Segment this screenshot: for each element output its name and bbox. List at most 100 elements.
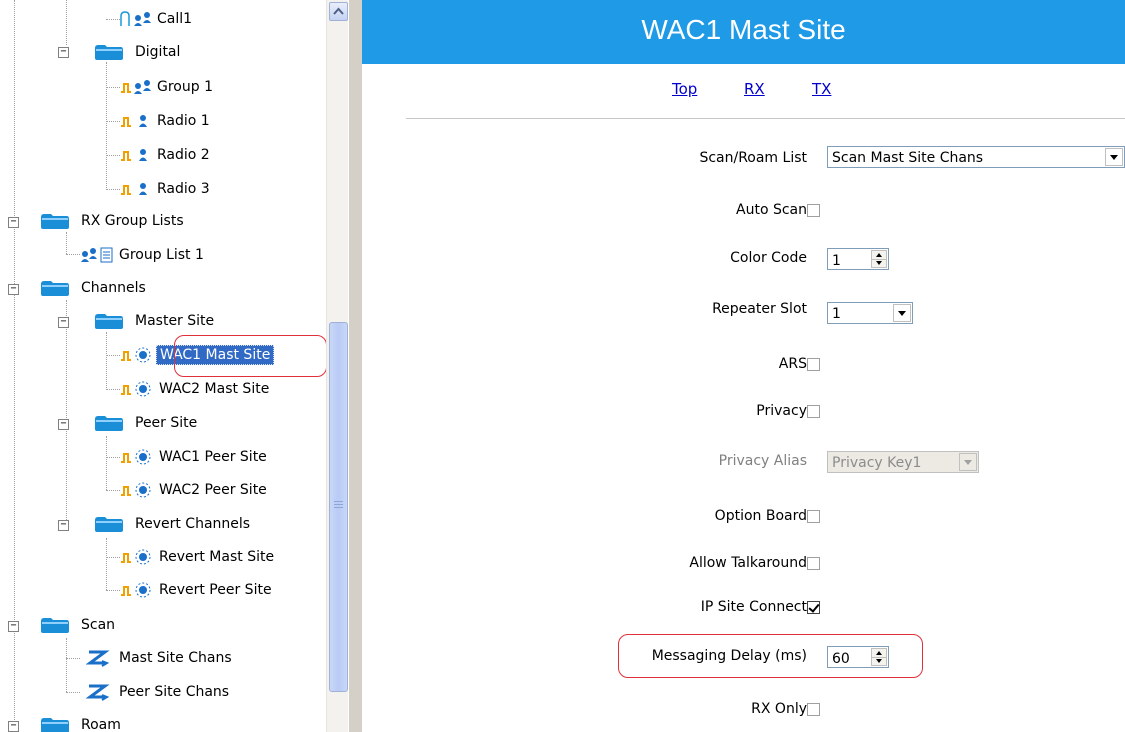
scan-roam-list-value: Scan Mast Site Chans [832, 150, 984, 166]
collapse-toggle[interactable]: − [8, 721, 19, 732]
tree-item-label: WAC2 Peer Site [159, 482, 267, 498]
collapse-toggle[interactable]: − [58, 47, 69, 58]
tree-item-mast-site-chans[interactable]: Mast Site Chans [86, 643, 235, 673]
auto-scan-checkbox[interactable] [807, 204, 820, 217]
scroll-thumb[interactable] [329, 322, 348, 692]
tree-item-radio-1[interactable]: Radio 1 [120, 106, 213, 136]
tree-item-wac1-peer-site[interactable]: WAC1 Peer Site [120, 442, 270, 472]
digital-channel-icon [120, 548, 154, 566]
channel-properties-panel: WAC1 Mast Site Top RX TX Scan/Roam List … [362, 0, 1125, 732]
allow-talkaround-checkbox[interactable] [807, 557, 820, 570]
option-board-checkbox[interactable] [807, 510, 820, 523]
folder-icon [94, 516, 124, 533]
panel-header: WAC1 Mast Site [362, 0, 1125, 64]
collapse-toggle[interactable]: − [8, 621, 19, 632]
option-board-label: Option Board [714, 508, 807, 524]
tree-item-label: Group 1 [157, 79, 213, 95]
folder-icon [40, 213, 70, 230]
collapse-toggle[interactable]: − [58, 317, 69, 328]
privacy-checkbox[interactable] [807, 405, 820, 418]
rx-only-checkbox[interactable] [807, 703, 820, 716]
spinner-icon[interactable] [871, 250, 887, 268]
repeater-slot-label: Repeater Slot [712, 301, 807, 317]
tree-item-channels[interactable]: Channels [40, 273, 149, 303]
chevron-up-icon [333, 7, 344, 15]
auto-scan-label: Auto Scan [736, 202, 807, 218]
chevron-down-icon[interactable] [1105, 148, 1123, 166]
digital-radio-icon [120, 112, 152, 130]
tree-item-label: Radio 3 [157, 181, 210, 197]
folder-icon [94, 415, 124, 432]
digital-channel-icon [120, 380, 154, 398]
ars-checkbox[interactable] [807, 358, 820, 371]
collapse-toggle[interactable]: − [8, 217, 19, 228]
scan-roam-list-label: Scan/Roam List [699, 150, 807, 166]
tree-item-revert-peer-site[interactable]: Revert Peer Site [120, 575, 275, 605]
tree-item-group-list-1[interactable]: Group List 1 [80, 240, 207, 270]
tree-item-peer-site-chans[interactable]: Peer Site Chans [86, 677, 232, 707]
tree-item-radio-3[interactable]: Radio 3 [120, 174, 213, 204]
allow-talkaround-label: Allow Talkaround [689, 555, 807, 571]
folder-icon [40, 717, 70, 732]
link-tx[interactable]: TX [812, 80, 831, 98]
privacy-label: Privacy [756, 403, 807, 419]
folder-icon [40, 280, 70, 297]
grip-icon [334, 501, 343, 509]
color-code-stepper[interactable]: 1 [827, 248, 889, 270]
tree-item-label: Master Site [135, 313, 215, 329]
folder-icon [94, 313, 124, 330]
repeater-slot-dropdown[interactable]: 1 [827, 302, 913, 324]
tree-item-label: Channels [81, 280, 146, 296]
tree-item-call1[interactable]: Call1 [118, 4, 195, 34]
privacy-alias-label: Privacy Alias [718, 453, 807, 469]
tree-item-wac2-peer-site[interactable]: WAC2 Peer Site [120, 475, 270, 505]
folder-icon [40, 617, 70, 634]
scan-roam-list-dropdown[interactable]: Scan Mast Site Chans [827, 146, 1125, 168]
chevron-down-icon[interactable] [893, 304, 911, 322]
tree-item-peer-site[interactable]: Peer Site [94, 408, 200, 438]
digital-radio-icon [120, 180, 152, 198]
collapse-toggle[interactable]: − [58, 520, 69, 531]
tree-item-label: Radio 2 [157, 147, 210, 163]
scroll-up-button[interactable] [329, 2, 348, 21]
tree-item-label: WAC2 Mast Site [159, 381, 270, 397]
color-code-value: 1 [832, 253, 841, 269]
tree-item-wac2-mast-site[interactable]: WAC2 Mast Site [120, 374, 272, 404]
tree-item-label: RX Group Lists [81, 213, 184, 229]
tree-item-label: Radio 1 [157, 113, 210, 129]
tree-item-group-1[interactable]: Group 1 [120, 72, 216, 102]
messaging-delay-highlight [618, 634, 923, 678]
tree-item-scan[interactable]: Scan [40, 610, 118, 640]
tree-item-label: Call1 [157, 11, 193, 27]
tree-item-revert-channels[interactable]: Revert Channels [94, 509, 253, 539]
tree-item-label: Peer Site [135, 415, 198, 431]
tree-item-roam[interactable]: Roam [40, 710, 124, 732]
link-top[interactable]: Top [672, 80, 697, 98]
tree-item-label: Group List 1 [119, 247, 204, 263]
tree-item-label: Scan [81, 617, 116, 633]
tree-item-radio-2[interactable]: Radio 2 [120, 140, 213, 170]
selection-highlight [174, 335, 326, 377]
channel-tree[interactable]: Call1 − Digital Group 1 Radio 1 Radio 2 … [0, 0, 326, 732]
repeater-slot-value: 1 [832, 306, 841, 322]
rx-only-label: RX Only [751, 701, 807, 717]
collapse-toggle[interactable]: − [8, 284, 19, 295]
digital-group-icon [120, 78, 152, 96]
collapse-toggle[interactable]: − [58, 419, 69, 430]
divider-line [406, 118, 1125, 119]
tree-item-rx-group-lists[interactable]: RX Group Lists [40, 206, 187, 236]
tree-item-revert-mast-site[interactable]: Revert Mast Site [120, 542, 277, 572]
ip-site-connect-checkbox[interactable] [807, 601, 820, 614]
link-rx[interactable]: RX [744, 80, 765, 98]
tree-item-label: Digital [135, 44, 181, 60]
tree-item-label: Peer Site Chans [119, 684, 230, 700]
tree-scrollbar[interactable] [326, 0, 349, 732]
tree-item-digital[interactable]: Digital [94, 37, 183, 67]
folder-icon [94, 44, 124, 61]
tree-item-master-site[interactable]: Master Site [94, 306, 217, 336]
analog-call-icon [118, 10, 152, 28]
tree-item-label: Revert Channels [135, 516, 251, 532]
tree-item-label: Revert Mast Site [159, 549, 275, 565]
chevron-down-icon [959, 453, 977, 471]
digital-channel-icon [120, 448, 154, 466]
